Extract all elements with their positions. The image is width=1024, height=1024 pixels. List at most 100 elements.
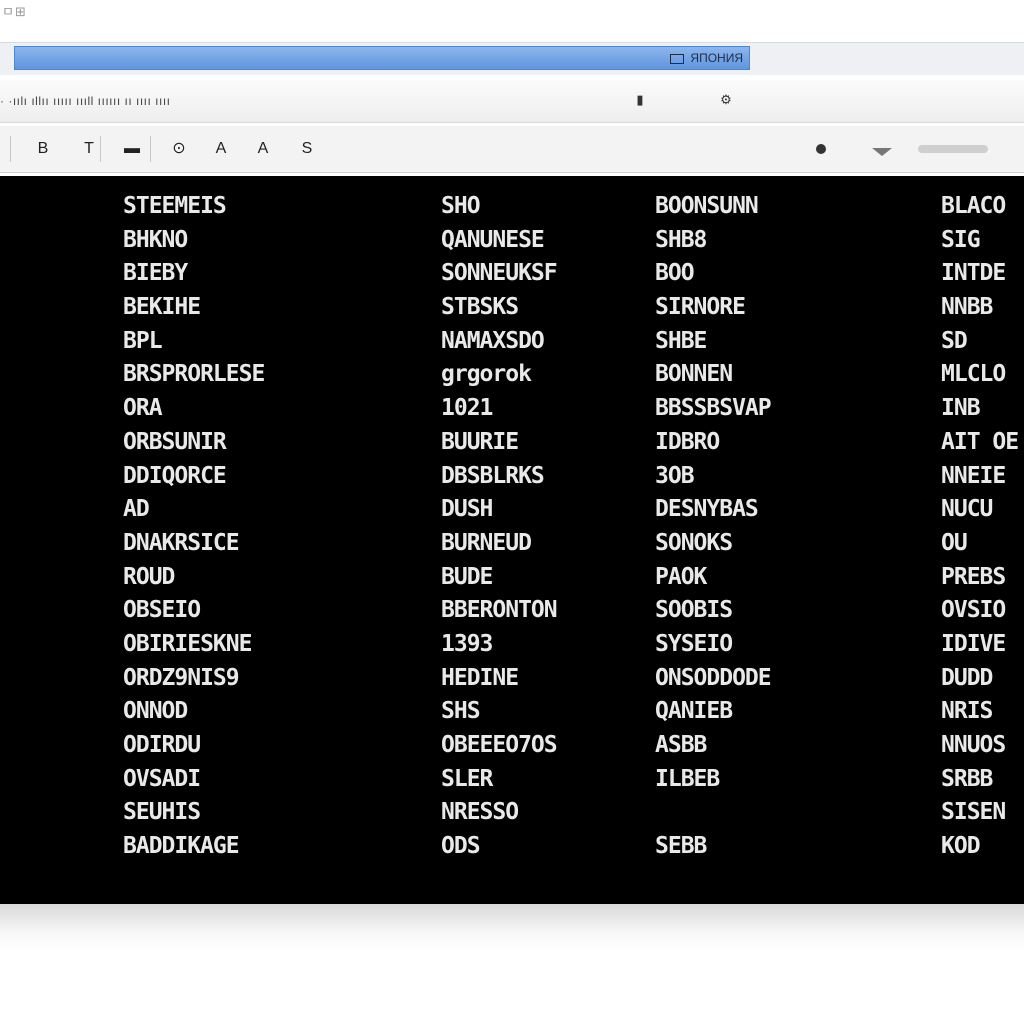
terminal-cell: DUDD — [941, 664, 993, 691]
window-bottom-edge — [0, 904, 1024, 950]
menu-bar: · ·ıılı ıllıı ııııı ıııll ıııııı ıı ıııı… — [0, 80, 1024, 123]
font-size-button[interactable]: A — [256, 138, 270, 160]
terminal-cell: BBSSBSVAP — [655, 395, 772, 422]
terminal-cell: STBSKS — [441, 294, 519, 321]
terminal-cell: STEEMEIS — [123, 193, 227, 219]
terminal-cell: ORDZ9NIS9 — [123, 664, 240, 691]
terminal-cell: OVSADI — [123, 765, 201, 792]
terminal-cell: HEDINE — [441, 664, 519, 691]
corner-glyph: ㅁ⊞ — [2, 5, 27, 20]
bold-button[interactable]: B — [36, 138, 50, 160]
terminal-cell: BUURIE — [441, 428, 519, 455]
terminal-cell: OBIRIESKNE — [123, 630, 252, 657]
terminal-cell: 3OB — [655, 462, 695, 489]
terminal-cell: ASBB — [655, 732, 707, 758]
window-title-text: ЯПОНИЯ — [690, 51, 743, 65]
terminal-cell: 1021 — [441, 395, 493, 422]
terminal-cell: DESNYBAS — [655, 496, 759, 523]
terminal-cell: BLACO — [941, 193, 1006, 219]
terminal-cell: OBEEEO7OS — [441, 732, 558, 758]
terminal-cell: BADDIKAGE — [123, 833, 240, 860]
zoom-dropdown[interactable] — [918, 145, 988, 153]
terminal-cell: BBERONTON — [441, 597, 558, 624]
terminal-cell: ORA — [123, 395, 163, 422]
toolbar-separator — [10, 136, 11, 162]
terminal-cell: NUCU — [941, 496, 993, 523]
terminal-cell: BONNEN — [655, 361, 733, 388]
window-icon — [670, 53, 685, 64]
terminal-cell: INTDE — [941, 260, 1006, 287]
window-titlebar[interactable]: ЯПОНИЯ — [0, 42, 1024, 75]
terminal-cell: SEBB — [655, 833, 707, 860]
style-button[interactable]: S — [300, 138, 314, 160]
toolbar-separator — [150, 136, 151, 162]
toolbar-separator — [100, 136, 101, 162]
terminal-cell: BOONSUNN — [655, 193, 759, 219]
terminal-cell: NAMAXSDO — [441, 327, 545, 354]
terminal-cell: AIT OE — [941, 428, 1019, 455]
terminal-cell: SD — [941, 327, 968, 354]
highlight-button[interactable]: ▬ — [124, 138, 140, 160]
menu-gear-icon[interactable]: ⚙ — [718, 92, 734, 108]
terminal-cell: BOO — [655, 260, 695, 287]
terminal-cell: grgorok — [441, 361, 532, 388]
menu-play-icon[interactable]: ▮ — [632, 92, 648, 108]
terminal-cell: IDBRO — [655, 428, 720, 455]
column-3: BOONSUNN SHB8 BOO SIRNORE SHBE BONNEN BBSSBSVA… — [655, 190, 772, 864]
terminal-cell: QANIEB — [655, 698, 733, 725]
terminal-cell: SLER — [441, 765, 493, 792]
terminal-cell: ORBSUNIR — [123, 428, 227, 455]
terminal-cell: ONNOD — [123, 698, 188, 725]
terminal-cell: ODS — [441, 833, 481, 860]
terminal-cell: NNBB — [941, 294, 993, 321]
format-toolbar: B T ▬ ⊙ A A S — [0, 126, 1024, 173]
record-dot-icon[interactable] — [816, 144, 826, 154]
terminal-cell: DBSBLRKS — [441, 462, 545, 489]
terminal-cell: DDIQORCE — [123, 462, 227, 489]
terminal-cell: NRESSO — [441, 799, 519, 826]
terminal-cell: OBSEIO — [123, 597, 201, 624]
column-2: SHO QANUNESE SONNEUKSF STBSKS NAMAXSDO grgoro… — [441, 190, 558, 864]
terminal-cell: BPL — [123, 327, 163, 354]
chevron-down-icon[interactable] — [872, 148, 892, 156]
terminal-cell: ONSODDODE — [655, 664, 772, 691]
terminal-cell: AD — [123, 496, 150, 523]
terminal-cell: ILBEB — [655, 765, 720, 792]
terminal-output[interactable]: STEEMEIS BHKNO BIEBY BEKIHE BPL BRSPRORLESE OR… — [0, 176, 1024, 904]
terminal-cell: NNUOS — [941, 732, 1006, 758]
terminal-cell: INB — [941, 395, 981, 422]
terminal-cell: 1393 — [441, 630, 493, 657]
terminal-cell: SEUHIS — [123, 799, 201, 826]
terminal-cell: ODIRDU — [123, 732, 201, 758]
terminal-cell: SHB8 — [655, 226, 707, 253]
terminal-cell: MLCLO — [941, 361, 1006, 388]
terminal-cell: KOD — [941, 833, 981, 860]
terminal-cell: SOOBIS — [655, 597, 733, 624]
terminal-cell: BUDE — [441, 563, 493, 590]
terminal-cell: BRSPRORLESE — [123, 361, 265, 388]
terminal-cell: BIEBY — [123, 260, 188, 287]
terminal-cell: SIRNORE — [655, 294, 746, 321]
active-title-highlight[interactable]: ЯПОНИЯ — [14, 46, 750, 70]
terminal-cell: BHKNO — [123, 226, 188, 253]
terminal-cell: SRBB — [941, 765, 993, 792]
terminal-cell: QANUNESE — [441, 226, 545, 253]
window-title: ЯПОНИЯ — [670, 47, 743, 69]
terminal-cell: DUSH — [441, 496, 493, 523]
menu-bar-text[interactable]: · ·ıılı ıllıı ııııı ıııll ıııııı ıı ıııı… — [0, 92, 171, 110]
terminal-cell: OVSIO — [941, 597, 1006, 624]
terminal-cell: SHS — [441, 698, 481, 725]
terminal-cell — [655, 796, 771, 830]
circle-tool-icon[interactable]: ⊙ — [172, 138, 186, 160]
terminal-cell: NNEIE — [941, 462, 1006, 489]
terminal-cell: PREBS — [941, 563, 1006, 590]
terminal-cell: SYSEIO — [655, 630, 733, 657]
terminal-cell: OU — [941, 529, 968, 556]
text-tool-button[interactable]: T — [82, 138, 96, 160]
terminal-cell: BEKIHE — [123, 294, 201, 321]
terminal-cell: NRIS — [941, 698, 993, 725]
terminal-cell: SONNEUKSF — [441, 260, 558, 287]
font-button[interactable]: A — [214, 138, 228, 160]
terminal-cell: IDIVE — [941, 630, 1006, 657]
terminal-cell: ROUD — [123, 563, 175, 590]
